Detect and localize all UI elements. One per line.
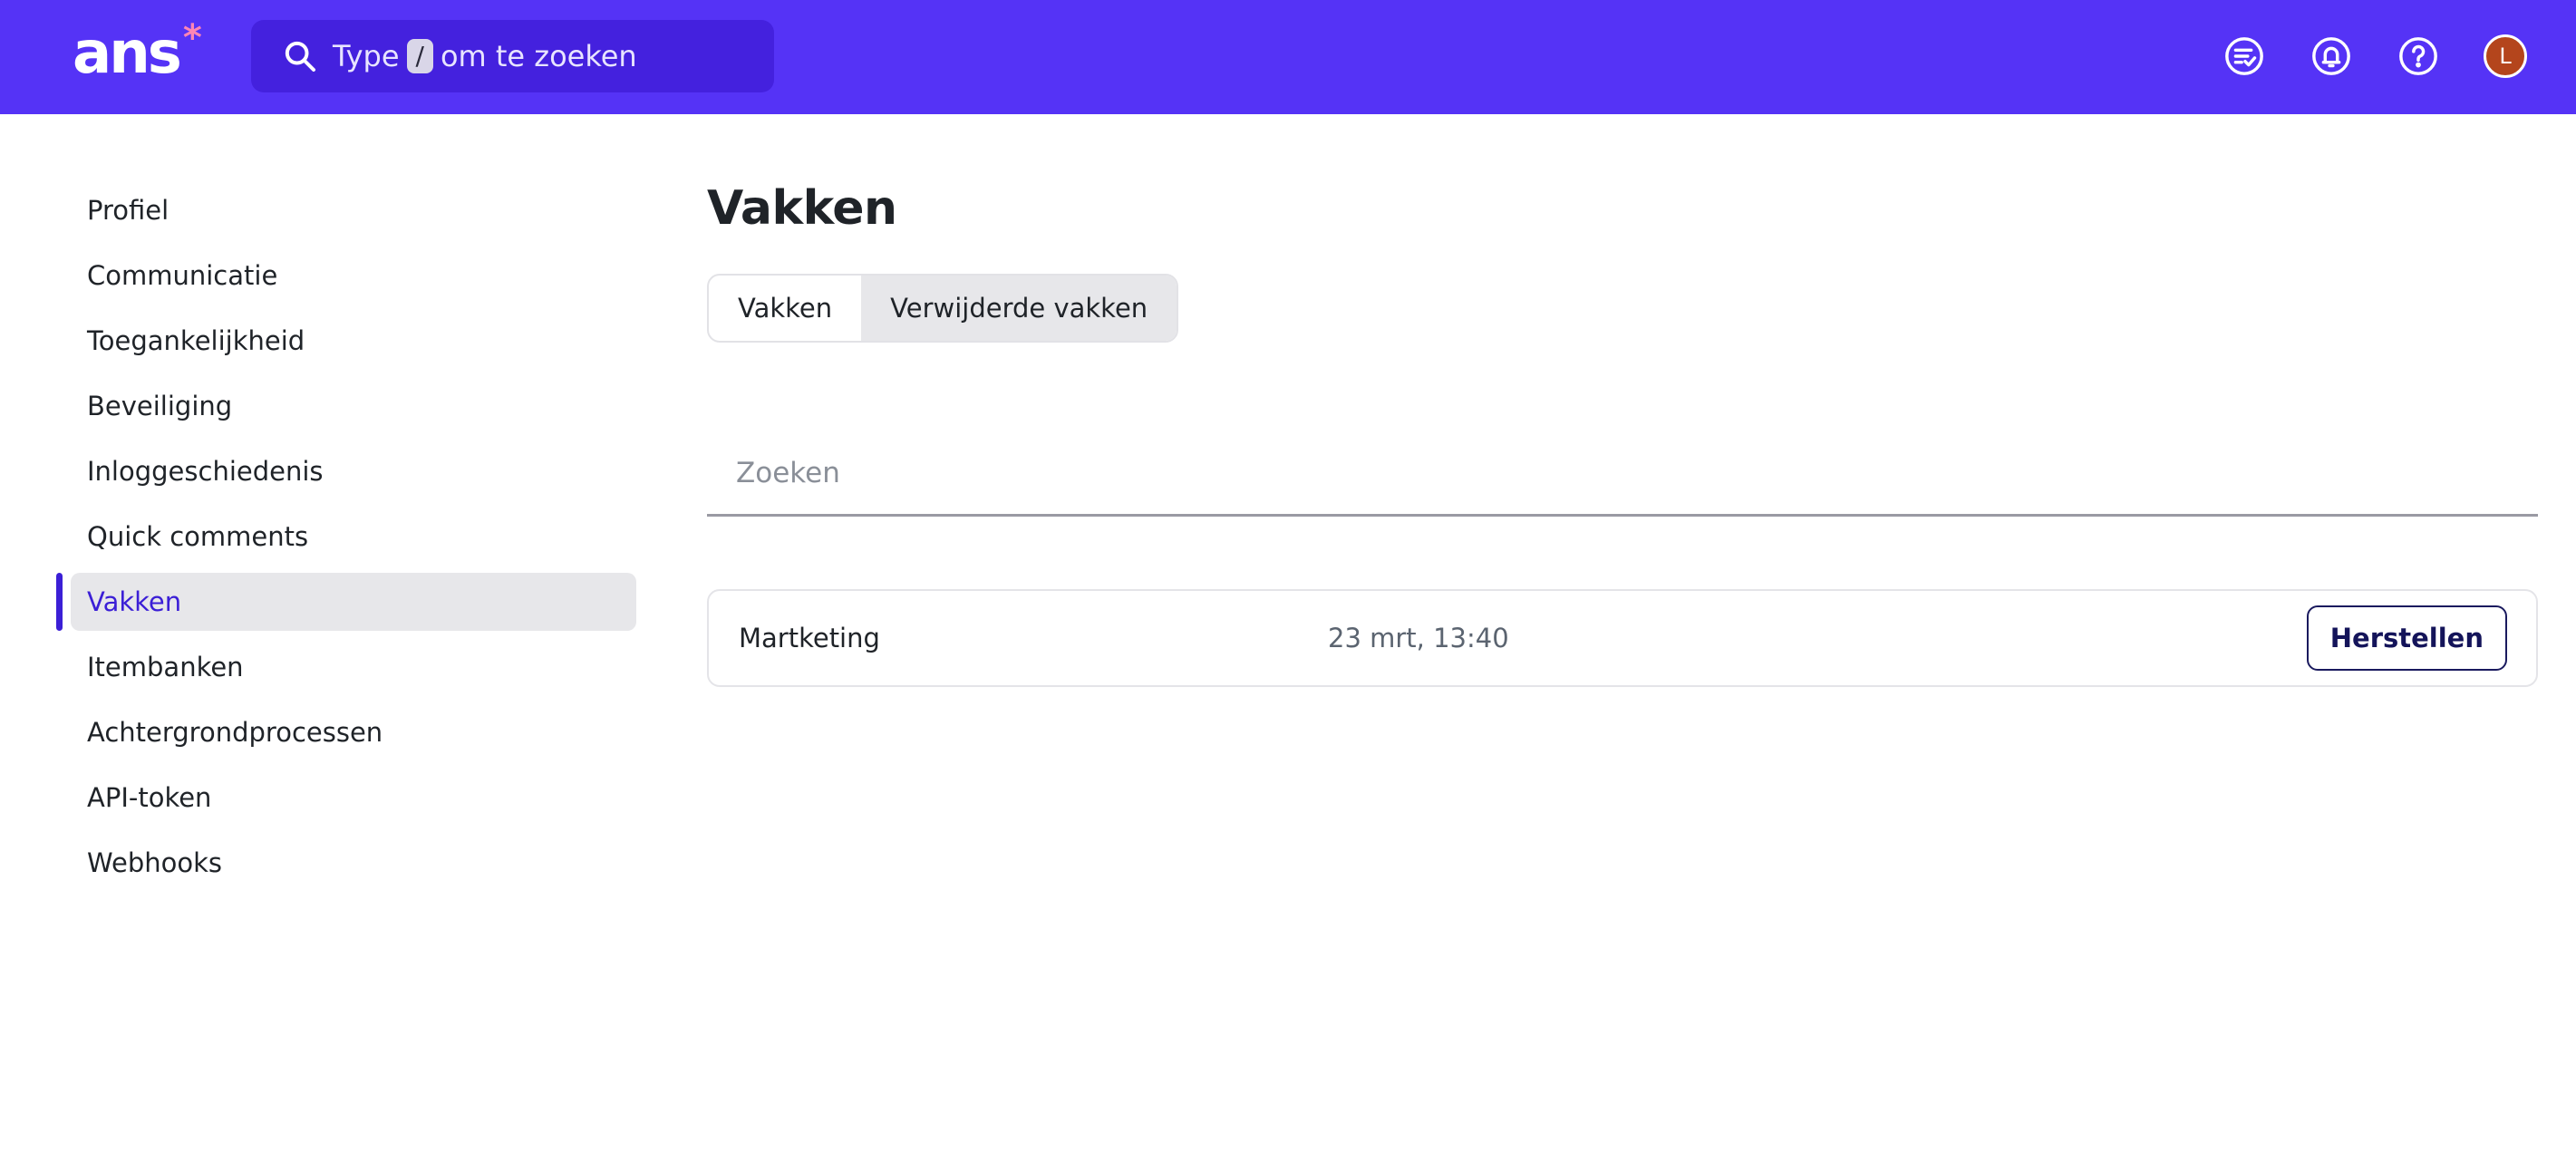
top-actions: L <box>2219 31 2531 82</box>
logo-asterisk: * <box>182 17 202 59</box>
notifications-button[interactable] <box>2306 31 2357 82</box>
sidebar-item-toegankelijkheid[interactable]: Toegankelijkheid <box>56 312 636 370</box>
avatar: L <box>2484 34 2527 78</box>
sidebar-item-inloggeschiedenis[interactable]: Inloggeschiedenis <box>56 442 636 500</box>
help-button[interactable] <box>2393 31 2444 82</box>
user-menu-button[interactable]: L <box>2480 31 2531 82</box>
tasks-button[interactable] <box>2219 31 2270 82</box>
tab-vakken[interactable]: Vakken <box>709 276 861 341</box>
help-icon <box>2399 37 2437 75</box>
restore-button[interactable]: Herstellen <box>2306 605 2507 671</box>
deleted-date: 23 mrt, 13:40 <box>1328 623 1509 653</box>
bell-icon <box>2312 37 2350 75</box>
sidebar-item-profiel[interactable]: Profiel <box>56 181 636 239</box>
sidebar-item-api-token[interactable]: API-token <box>56 769 636 827</box>
page-title: Vakken <box>707 181 897 236</box>
sidebar-item-beveiliging[interactable]: Beveiliging <box>56 377 636 435</box>
sidebar-item-communicatie[interactable]: Communicatie <box>56 247 636 305</box>
search-icon <box>285 41 315 72</box>
ans-logo[interactable]: ans * <box>73 20 202 87</box>
shortcut-key: / <box>406 39 433 73</box>
task-list-icon <box>2225 37 2263 75</box>
tab-verwijderde-vakken[interactable]: Verwijderde vakken <box>861 276 1177 341</box>
sidebar-item-achtergrondprocessen[interactable]: Achtergrondprocessen <box>56 703 636 761</box>
search-hint-prefix: Type <box>333 39 400 73</box>
global-search[interactable]: Type / om te zoeken <box>251 20 774 92</box>
logo-text: ans <box>73 20 182 87</box>
sidebar-item-webhooks[interactable]: Webhooks <box>56 834 636 892</box>
top-bar: ans * Type / om te zoeken L <box>0 0 2576 114</box>
sidebar-item-quick-comments[interactable]: Quick comments <box>56 508 636 566</box>
sidebar-item-vakken[interactable]: Vakken <box>56 573 636 631</box>
subject-name: Martketing <box>739 623 880 653</box>
sidebar-item-itembanken[interactable]: Itembanken <box>56 638 636 696</box>
tab-bar: Vakken Verwijderde vakken <box>707 274 1179 343</box>
settings-sidebar: Profiel Communicatie Toegankelijkheid Be… <box>56 181 636 899</box>
search-hint: Type / om te zoeken <box>333 39 637 73</box>
search-hint-suffix: om te zoeken <box>440 39 637 73</box>
list-item: Martketing 23 mrt, 13:40 Herstellen <box>707 589 2538 687</box>
search-input[interactable] <box>707 431 2538 517</box>
